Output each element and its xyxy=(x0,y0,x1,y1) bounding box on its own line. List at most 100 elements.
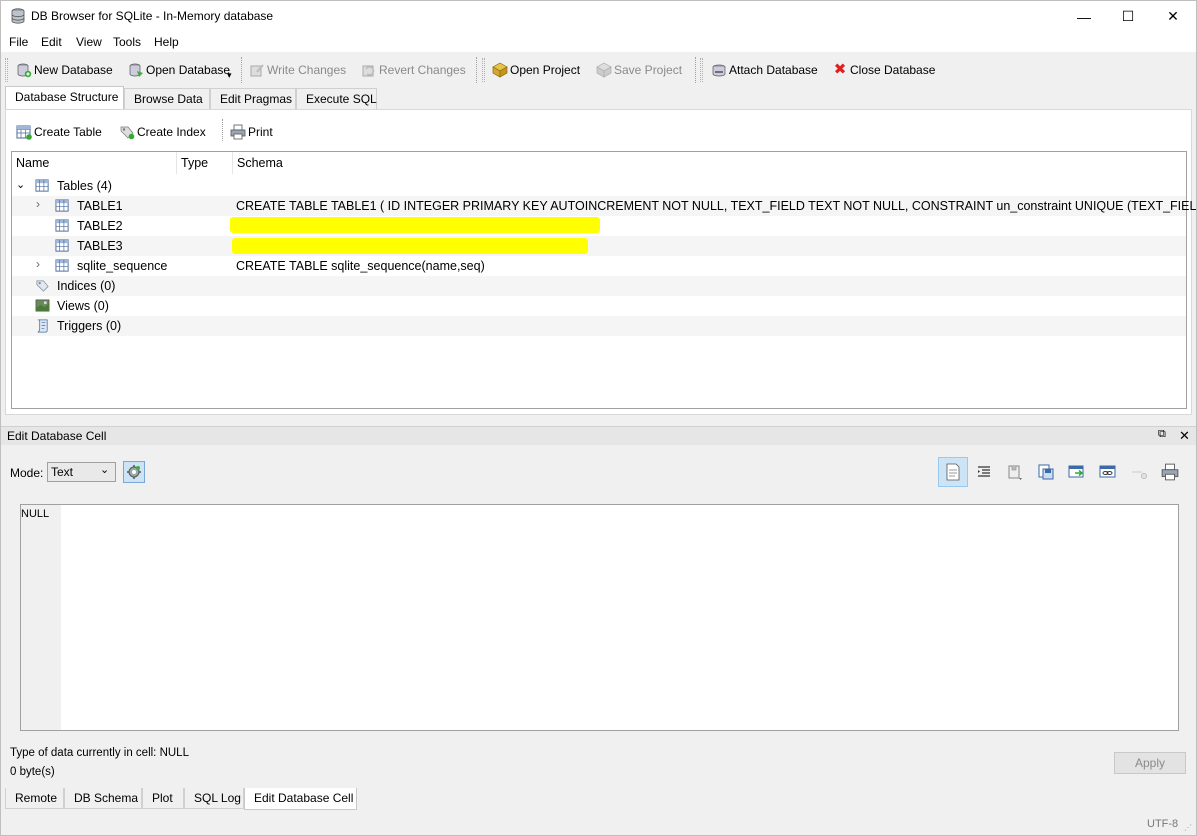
cell-content: NULL xyxy=(21,508,50,520)
auto-format-button[interactable] xyxy=(969,457,999,487)
new-database-button[interactable]: New Database xyxy=(16,61,113,79)
cell-text-editor[interactable]: NULL xyxy=(20,504,1179,731)
tab-database-structure[interactable]: Database Structure xyxy=(5,86,124,109)
cell-type-info: Type of data currently in cell: NULL xyxy=(10,747,189,759)
mode-select[interactable]: Text ⌄ xyxy=(47,462,116,482)
maximize-icon: ☐ xyxy=(1121,8,1135,24)
window-link-icon xyxy=(1099,465,1116,478)
toolbar-grip[interactable] xyxy=(482,58,485,82)
dock-title-label: Edit Database Cell xyxy=(7,429,107,443)
column-header-type[interactable]: Type xyxy=(177,152,233,174)
tab-remote[interactable]: Remote xyxy=(5,788,64,809)
tables-folder-icon xyxy=(35,179,49,192)
menu-bar: File Edit View Tools Help xyxy=(1,32,1196,52)
close-database-label: Close Database xyxy=(850,63,936,77)
column-header-name[interactable]: Name xyxy=(12,152,177,174)
app-window: DB Browser for SQLite - In-Memory databa… xyxy=(0,0,1197,836)
create-table-button[interactable]: Create Table xyxy=(16,123,102,141)
write-changes-icon xyxy=(250,64,264,77)
redaction-highlight xyxy=(232,238,588,254)
triggers-label: Triggers (0) xyxy=(57,319,122,333)
main-toolbar: New Database Open Database ▾ Write Chang… xyxy=(1,52,1196,86)
tab-edit-pragmas[interactable]: Edit Pragmas xyxy=(210,88,296,109)
save-project-button[interactable]: Save Project xyxy=(596,61,682,79)
open-database-dropdown[interactable]: ▾ xyxy=(227,66,232,84)
chevron-right-icon[interactable]: › xyxy=(36,257,40,271)
attach-database-label: Attach Database xyxy=(729,63,818,77)
import-file-button[interactable] xyxy=(1000,457,1030,487)
window-arrow-icon xyxy=(1068,465,1084,478)
table-row[interactable]: › TABLE1 CREATE TABLE TABLE1 ( ID INTEGE… xyxy=(12,196,1197,216)
tree-row-triggers[interactable]: Triggers (0) xyxy=(12,316,1186,336)
bottom-tab-bar: Remote DB Schema Plot SQL Log Edit Datab… xyxy=(5,788,1195,810)
auto-switch-mode-toggle[interactable] xyxy=(123,461,145,483)
new-database-icon xyxy=(17,63,32,78)
table-row[interactable]: TABLE3 xyxy=(12,236,1186,256)
evaluate-button[interactable] xyxy=(1124,457,1154,487)
close-database-icon: ✖ xyxy=(833,61,847,78)
export-file-button[interactable] xyxy=(1031,457,1061,487)
menu-edit[interactable]: Edit xyxy=(41,35,62,49)
indices-label: Indices (0) xyxy=(57,279,116,293)
copy-to-clipboard-button[interactable] xyxy=(1093,457,1123,487)
toolbar-separator xyxy=(695,57,696,83)
chevron-right-icon[interactable]: › xyxy=(36,197,40,211)
tab-execute-sql[interactable]: Execute SQL xyxy=(296,88,377,109)
minimize-icon: — xyxy=(1077,8,1091,25)
toolbar-separator xyxy=(222,119,223,141)
attach-database-button[interactable]: Attach Database xyxy=(711,61,818,79)
main-tab-bar: Database Structure Browse Data Edit Prag… xyxy=(5,86,1192,110)
window-title: DB Browser for SQLite - In-Memory databa… xyxy=(31,9,274,23)
write-changes-label: Write Changes xyxy=(267,63,347,77)
open-database-button[interactable]: Open Database xyxy=(128,61,230,79)
minimize-button[interactable]: — xyxy=(1061,1,1107,32)
tree-row-tables[interactable]: ⌄ Tables (4) xyxy=(12,176,1186,196)
write-changes-button[interactable]: Write Changes xyxy=(249,61,346,79)
tab-sql-log[interactable]: SQL Log xyxy=(184,788,244,809)
set-null-button[interactable] xyxy=(1062,457,1092,487)
table-row[interactable]: › sqlite_sequence CREATE TABLE sqlite_se… xyxy=(12,256,1186,276)
close-database-button[interactable]: ✖ Close Database xyxy=(832,61,936,79)
cell-size-info: 0 byte(s) xyxy=(10,766,55,778)
revert-changes-button[interactable]: Revert Changes xyxy=(361,61,466,79)
chevron-down-icon: ▾ xyxy=(227,69,232,80)
create-table-icon xyxy=(16,125,32,140)
tree-row-indices[interactable]: Indices (0) xyxy=(12,276,1186,296)
menu-help[interactable]: Help xyxy=(154,35,179,49)
save-file-icon xyxy=(1038,464,1054,480)
mode-select-value: Text xyxy=(51,465,74,479)
print-button[interactable]: Print xyxy=(230,123,273,141)
index-tag-icon xyxy=(36,280,49,292)
create-index-button[interactable]: Create Index xyxy=(119,123,206,141)
edit-cell-dock-title: Edit Database Cell ⧉ ✕ xyxy=(1,426,1196,445)
tab-db-schema[interactable]: DB Schema xyxy=(64,788,142,809)
word-wrap-toggle[interactable] xyxy=(938,457,968,487)
menu-view[interactable]: View xyxy=(76,35,102,49)
print-cell-button[interactable] xyxy=(1155,457,1185,487)
resize-grip-icon[interactable]: ⋰ xyxy=(1184,823,1192,832)
menu-file[interactable]: File xyxy=(9,35,28,49)
close-button[interactable]: ✕ xyxy=(1150,1,1196,32)
table-row[interactable]: TABLE2 xyxy=(12,216,1186,236)
menu-tools[interactable]: Tools xyxy=(113,35,141,49)
table-icon xyxy=(55,219,69,232)
expand-arrow-icon[interactable]: ⌄ xyxy=(16,178,25,191)
open-project-button[interactable]: Open Project xyxy=(492,61,580,79)
new-database-label: New Database xyxy=(34,63,113,77)
close-dock-icon[interactable]: ✕ xyxy=(1179,428,1190,444)
tab-edit-database-cell[interactable]: Edit Database Cell xyxy=(244,788,357,810)
schema-tree-view[interactable]: Name Type Schema ⌄ Tables (4) › TABLE1 C… xyxy=(11,151,1197,409)
table-icon xyxy=(55,259,69,272)
tab-browse-data[interactable]: Browse Data xyxy=(124,88,210,109)
apply-button[interactable]: Apply xyxy=(1114,752,1186,774)
tree-row-views[interactable]: Views (0) xyxy=(12,296,1186,316)
toolbar-grip[interactable] xyxy=(5,58,8,82)
database-app-icon xyxy=(11,8,25,24)
tab-plot[interactable]: Plot xyxy=(142,788,184,809)
maximize-button[interactable]: ☐ xyxy=(1105,1,1151,32)
close-icon: ✕ xyxy=(1167,8,1179,24)
column-header-schema[interactable]: Schema xyxy=(233,152,1186,174)
float-dock-icon[interactable]: ⧉ xyxy=(1158,428,1166,441)
table-name: TABLE2 xyxy=(77,219,123,233)
toolbar-grip[interactable] xyxy=(700,58,703,82)
